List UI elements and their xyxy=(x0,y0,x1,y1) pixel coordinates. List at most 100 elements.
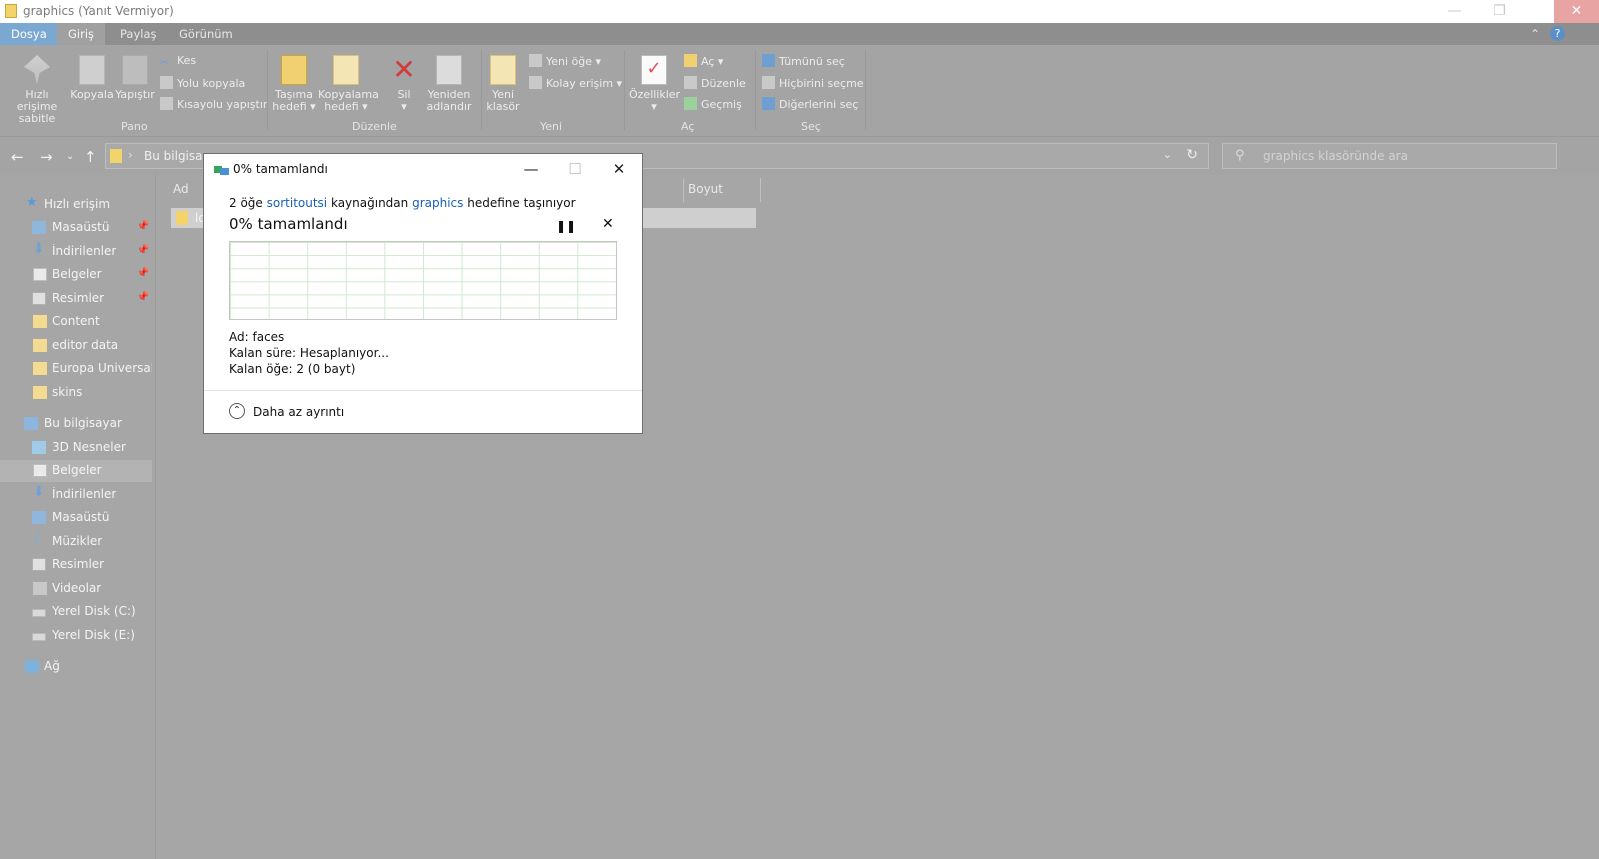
sidebar-item-label: Masaüstü xyxy=(52,220,110,234)
column-divider[interactable] xyxy=(683,178,684,202)
sidebar-item-europa[interactable]: Europa Universalis I xyxy=(0,358,152,380)
select-all-label: Tümünü seç xyxy=(779,55,845,68)
document-icon xyxy=(33,268,47,281)
properties-icon: ✓ xyxy=(641,55,667,85)
pause-icon[interactable]: ❚❚ xyxy=(556,219,576,233)
copy-path-icon xyxy=(160,76,173,89)
sidebar-item-downloads-pc[interactable]: ⬇ İndirilenler xyxy=(0,484,152,506)
sidebar-item-3d-objects[interactable]: 3D Nesneler xyxy=(0,437,152,459)
forward-arrow-icon[interactable]: → xyxy=(40,148,53,166)
copy-to-button[interactable]: Kopyalama hedefi ▾ xyxy=(318,55,379,113)
open-button[interactable]: Aç ▾ xyxy=(684,54,723,68)
folder-icon xyxy=(110,149,122,163)
copy-path-button[interactable]: Yolu kopyala xyxy=(160,76,245,90)
sidebar-item-music[interactable]: ♪ Müzikler xyxy=(0,531,152,553)
close-button[interactable]: ✕ xyxy=(1554,0,1599,23)
search-box[interactable]: ⚲ graphics klasöründe ara xyxy=(1222,143,1557,169)
maximize-button[interactable]: ❐ xyxy=(1477,0,1522,23)
sidebar-item-videos[interactable]: Videolar xyxy=(0,578,152,600)
column-header-name[interactable]: Ad xyxy=(173,182,189,196)
desktop-icon xyxy=(32,511,46,524)
select-all-button[interactable]: Tümünü seç xyxy=(762,54,845,68)
destination-link[interactable]: graphics xyxy=(412,196,463,210)
sidebar-item-pictures[interactable]: Resimler 📌 xyxy=(0,288,152,310)
dialog-close-button[interactable]: ✕ xyxy=(604,158,634,180)
paste-button[interactable]: Yapıştır xyxy=(114,55,156,101)
items-remaining-label: Kalan öğe: xyxy=(229,362,293,376)
sidebar-item-documents[interactable]: Belgeler 📌 xyxy=(0,264,152,286)
sidebar-item-label: Content xyxy=(52,314,100,328)
up-arrow-icon[interactable]: ↑ xyxy=(84,148,97,166)
delete-button[interactable]: ✕ Sil ▾ xyxy=(388,55,420,113)
sidebar-item-documents-pc[interactable]: Belgeler xyxy=(0,460,152,482)
ribbon-separator xyxy=(755,50,756,130)
move-folder-icon xyxy=(281,55,307,85)
pin-quick-access-button[interactable]: Hızlı erişime sabitle xyxy=(5,55,69,125)
invert-selection-button[interactable]: Diğerlerini seç xyxy=(762,97,858,111)
network-icon xyxy=(25,660,39,673)
select-none-button[interactable]: Hiçbirini seçme xyxy=(762,76,864,90)
copy-button[interactable]: Kopyala xyxy=(70,55,114,101)
document-icon xyxy=(33,464,47,477)
chevron-up-icon[interactable]: ⌃ xyxy=(229,403,245,419)
refresh-icon[interactable]: ↻ xyxy=(1186,147,1198,163)
search-placeholder: graphics klasöründe ara xyxy=(1263,149,1408,163)
sidebar-item-content[interactable]: Content xyxy=(0,311,152,333)
group-label-yeni: Yeni xyxy=(540,120,563,133)
source-link[interactable]: sortitoutsi xyxy=(267,196,328,210)
paste-shortcut-icon xyxy=(160,97,173,110)
new-item-button[interactable]: Yeni öğe ▾ xyxy=(529,54,601,68)
sidebar-item-downloads[interactable]: ⬇ İndirilenler 📌 xyxy=(0,241,152,263)
sidebar-item-quick-access[interactable]: ★ Hızlı erişim xyxy=(0,194,152,216)
minimize-button[interactable]: — xyxy=(1432,0,1477,23)
sidebar-item-pictures-pc[interactable]: Resimler xyxy=(0,554,152,576)
tab-dosya[interactable]: Dosya xyxy=(0,23,58,45)
sidebar-item-desktop[interactable]: Masaüstü 📌 xyxy=(0,217,152,239)
pin-icon: 📌 xyxy=(136,268,149,279)
sidebar-item-label: İndirilenler xyxy=(52,487,117,501)
name-label: Ad: xyxy=(229,330,249,344)
new-folder-button[interactable]: Yeni klasör xyxy=(486,55,520,113)
sidebar-item-desktop-pc[interactable]: Masaüstü xyxy=(0,507,152,529)
cut-button[interactable]: ✂ Kes xyxy=(160,54,196,69)
open-label: Aç xyxy=(701,55,715,68)
cancel-transfer-icon[interactable]: ✕ xyxy=(602,216,614,232)
select-all-icon xyxy=(762,54,775,67)
sidebar-item-label: 3D Nesneler xyxy=(52,440,126,454)
sidebar-item-network[interactable]: Ağ xyxy=(0,656,152,678)
collapse-ribbon-icon[interactable]: ⌃ xyxy=(1530,27,1540,41)
sidebar-item-this-pc[interactable]: Bu bilgisayar xyxy=(0,413,152,435)
paste-shortcut-button[interactable]: Kısayolu yapıştır xyxy=(160,97,267,111)
sidebar-item-skins[interactable]: skins xyxy=(0,382,152,404)
group-label-ac: Aç xyxy=(681,120,695,133)
sidebar-item-label: Europa Universalis I xyxy=(52,361,152,375)
properties-button[interactable]: ✓ Özellikler ▾ xyxy=(629,55,680,113)
fewer-details-button[interactable]: Daha az ayrıntı xyxy=(253,405,344,419)
rename-button[interactable]: Yeniden adlandır xyxy=(425,55,473,113)
items-remaining-row: Kalan öğe: 2 (0 bayt) xyxy=(229,362,355,376)
copy-to-label: Kopyalama hedefi xyxy=(318,88,379,113)
delete-icon: ✕ xyxy=(392,53,416,86)
tab-paylas[interactable]: Paylaş xyxy=(109,23,168,45)
recent-locations-chevron-icon[interactable]: ⌄ xyxy=(66,151,74,162)
move-to-button[interactable]: Taşıma hedefi ▾ xyxy=(272,55,316,113)
chevron-down-icon[interactable]: ⌄ xyxy=(1163,148,1172,161)
tab-gorunum[interactable]: Görünüm xyxy=(168,23,244,45)
sidebar-item-editor-data[interactable]: editor data xyxy=(0,335,152,357)
easy-access-button[interactable]: Kolay erişim ▾ xyxy=(529,76,622,90)
folder-icon xyxy=(5,4,17,18)
edit-button[interactable]: Düzenle xyxy=(684,76,746,90)
column-header-size[interactable]: Boyut xyxy=(688,182,723,196)
group-label-duzenle: Düzenle xyxy=(352,120,397,133)
cube-icon xyxy=(32,441,46,454)
source-suffix: kaynağından xyxy=(330,196,409,210)
tab-giris[interactable]: Giriş xyxy=(57,23,106,45)
help-icon[interactable]: ? xyxy=(1550,26,1565,41)
back-arrow-icon[interactable]: ← xyxy=(11,148,24,166)
sidebar-item-disk-c[interactable]: Yerel Disk (C:) xyxy=(0,601,152,623)
search-icon: ⚲ xyxy=(1235,148,1245,163)
history-button[interactable]: Geçmiş xyxy=(684,97,742,111)
column-divider[interactable] xyxy=(760,178,761,202)
sidebar-item-disk-e[interactable]: Yerel Disk (E:) xyxy=(0,625,152,647)
dialog-minimize-button[interactable]: — xyxy=(516,158,546,180)
